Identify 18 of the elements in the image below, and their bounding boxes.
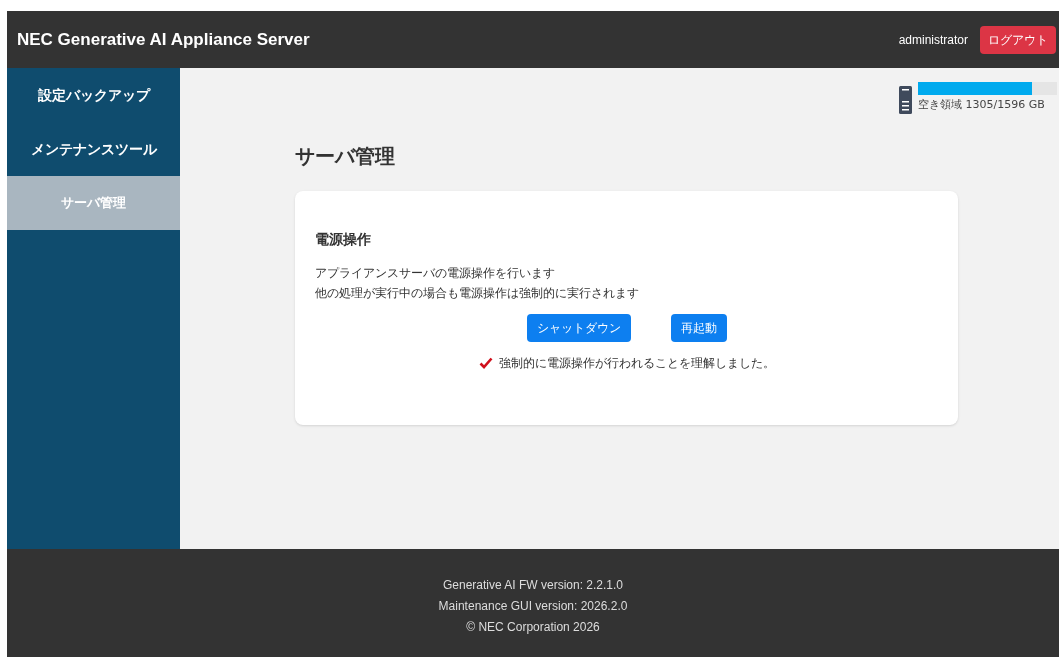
section-title: 電源操作 (315, 230, 372, 249)
username: administrator (898, 31, 968, 49)
footer-text: Maintenance GUI version: 2026.2.0 (438, 598, 628, 615)
description-text: アプライアンスサーバの電源操作を行います (315, 265, 556, 282)
shutdown-button[interactable]: シャットダウン (526, 314, 631, 342)
page-title: サーバ管理 (295, 143, 396, 170)
footer-text: Generative AI FW version: 2.2.1.0 (442, 577, 624, 594)
app-title: NEC Generative AI Appliance Server (17, 28, 310, 51)
sidebar-item[interactable]: 設定バックアップ (7, 68, 180, 122)
storage-label: 空き領域 1305/1596 GB (918, 97, 1046, 113)
sidebar-item[interactable]: メンテナンスツール (7, 122, 180, 176)
checkbox[interactable] (478, 356, 493, 370)
footer-text: © NEC Corporation 2026 (466, 619, 600, 636)
description-text: 他の処理が実行中の場合も電源操作は強制的に実行されます (315, 285, 640, 302)
confirm-label: 強制的に電源操作が行われることを理解しました。 (498, 355, 775, 372)
restart-button[interactable]: 再起動 (670, 314, 727, 342)
logout-button[interactable]: ログアウト (980, 25, 1056, 54)
server-icon (899, 86, 912, 114)
